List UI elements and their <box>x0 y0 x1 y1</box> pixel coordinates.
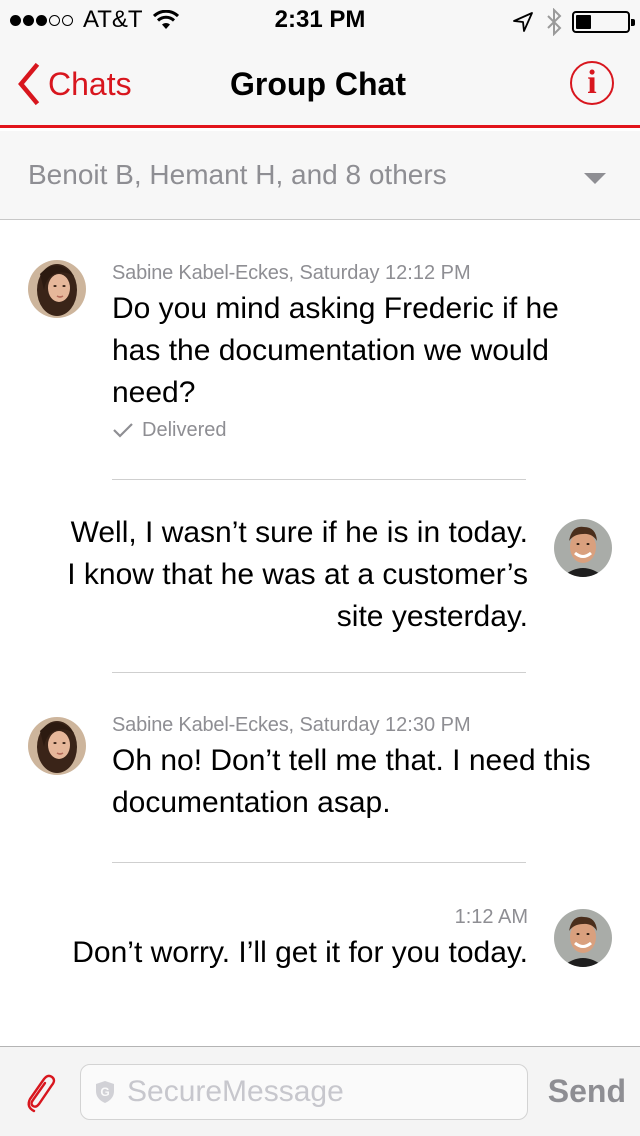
chevron-down-icon <box>584 173 606 184</box>
sender-name: Sabine Kabel-Eckes, <box>112 714 294 736</box>
delivery-status-label: Delivered <box>142 419 227 441</box>
info-button[interactable]: i <box>570 61 614 105</box>
avatar-sabine[interactable] <box>28 260 86 318</box>
avatar-sabine[interactable] <box>28 717 86 775</box>
message-composer: G Send <box>0 1046 640 1136</box>
status-right <box>512 8 635 36</box>
message-content: 1:12 AM Don’t worry. I’ll get it for you… <box>58 904 528 974</box>
message-text: Well, I wasn’t sure if he is in today. I… <box>67 516 528 633</box>
message-content: Sabine Kabel-Eckes, Saturday 12:30 PM Oh… <box>112 712 612 824</box>
message-divider <box>112 862 526 863</box>
svg-text:G: G <box>100 1085 109 1099</box>
info-icon: i <box>587 64 597 101</box>
message-input[interactable] <box>127 1075 507 1109</box>
navigation-bar: Chats Group Chat i <box>0 40 640 128</box>
message-content: Well, I wasn’t sure if he is in today. I… <box>58 512 528 638</box>
message-text: Oh no! Don’t tell me that. I need this d… <box>112 744 591 819</box>
battery-level <box>576 15 591 29</box>
sender-name: Sabine Kabel-Eckes, <box>112 262 294 284</box>
bluetooth-icon <box>547 8 562 36</box>
message-content: Sabine Kabel-Eckes, Saturday 12:12 PM Do… <box>112 260 612 444</box>
status-bar: AT&T 2:31 PM <box>0 0 640 40</box>
message-divider <box>112 479 526 480</box>
message-meta: Sabine Kabel-Eckes, Saturday 12:30 PM <box>112 712 612 738</box>
message-list[interactable]: Sabine Kabel-Eckes, Saturday 12:12 PM Do… <box>0 220 640 1046</box>
checkmark-icon <box>113 423 133 438</box>
message-input-field[interactable]: G <box>80 1064 528 1120</box>
avatar-me[interactable] <box>554 909 612 967</box>
participants-label: Benoit B, Hemant H, and 8 others <box>28 159 447 190</box>
message-text: Don’t worry. I’ll get it for you today. <box>72 936 528 969</box>
attach-button[interactable] <box>22 1071 58 1115</box>
location-arrow-icon <box>513 12 533 32</box>
participants-dropdown[interactable]: Benoit B, Hemant H, and 8 others <box>0 131 640 220</box>
send-button[interactable]: Send <box>548 1073 626 1110</box>
message-divider <box>112 672 526 673</box>
message-meta: Sabine Kabel-Eckes, Saturday 12:12 PM <box>112 260 612 286</box>
page-title: Group Chat <box>230 66 406 102</box>
shield-g-icon: G <box>96 1081 114 1103</box>
message-timestamp: Saturday 12:30 PM <box>299 714 471 736</box>
delivery-status: Delivered <box>112 416 612 444</box>
paperclip-icon <box>27 1074 56 1113</box>
avatar-me[interactable] <box>554 519 612 577</box>
message-timestamp: Saturday 12:12 PM <box>299 262 471 284</box>
message-timestamp: 1:12 AM <box>454 906 528 928</box>
battery-icon <box>572 11 635 33</box>
message-text: Do you mind asking Frederic if he has th… <box>112 292 559 409</box>
